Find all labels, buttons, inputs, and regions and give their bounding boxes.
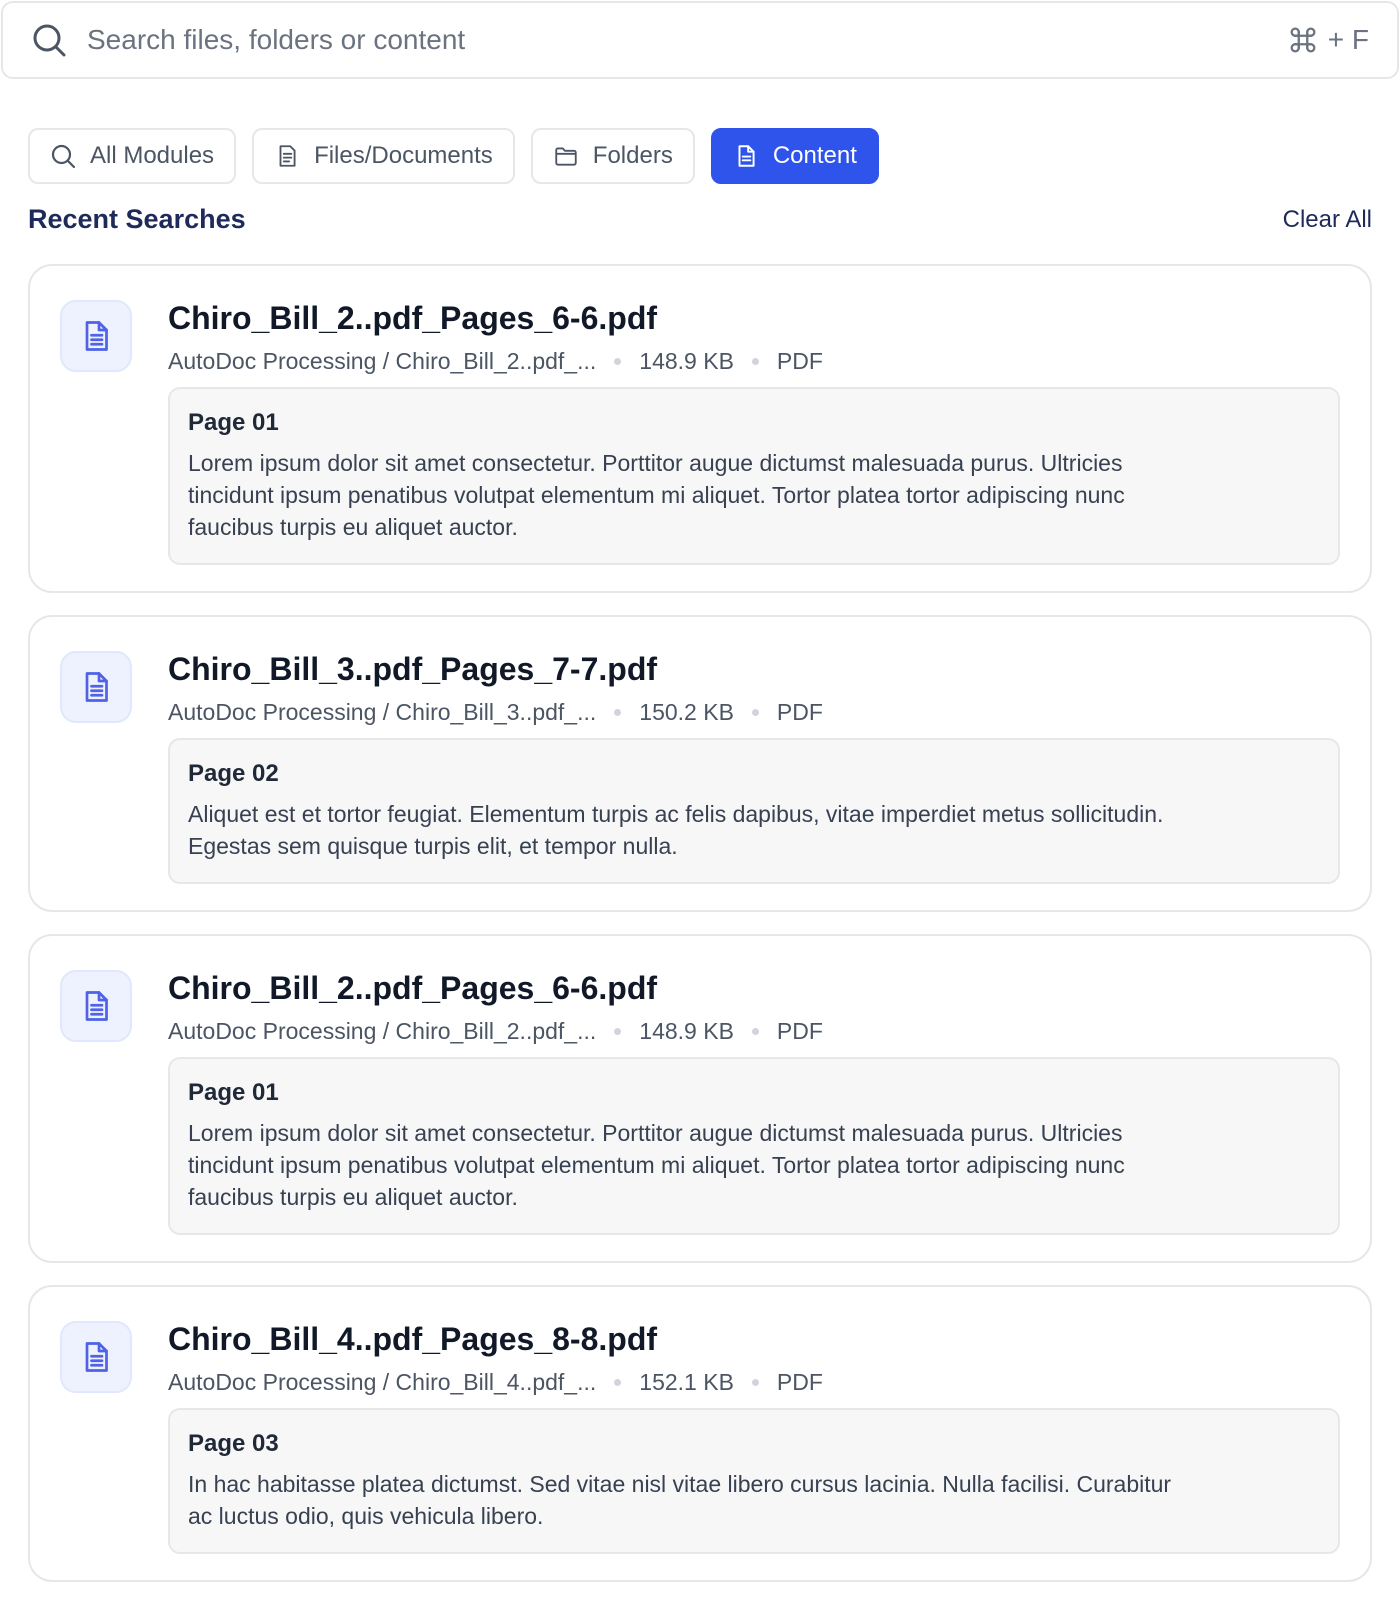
- file-path: AutoDoc Processing / Chiro_Bill_4..pdf_.…: [168, 1369, 597, 1395]
- separator-dot: [614, 358, 622, 365]
- recent-searches-header: Recent Searches Clear All: [28, 204, 1372, 235]
- clear-all-button[interactable]: Clear All: [1283, 206, 1372, 234]
- filter-folders[interactable]: Folders: [530, 128, 695, 184]
- document-icon: [60, 970, 132, 1042]
- file-size: 148.9 KB: [639, 1018, 734, 1044]
- result-card[interactable]: Chiro_Bill_2..pdf_Pages_6-6.pdf AutoDoc …: [28, 264, 1372, 593]
- content-excerpt: Page 01 Lorem ipsum dolor sit amet conse…: [168, 387, 1340, 565]
- content-excerpt: Page 03 In hac habitasse platea dictumst…: [168, 1408, 1340, 1554]
- separator-dot: [751, 1028, 759, 1035]
- content-excerpt: Page 01 Lorem ipsum dolor sit amet conse…: [168, 1057, 1340, 1235]
- file-size: 152.1 KB: [639, 1369, 734, 1395]
- excerpt-text: In hac habitasse platea dictumst. Sed vi…: [188, 1471, 1172, 1529]
- file-name: Chiro_Bill_3..pdf_Pages_7-7.pdf: [168, 651, 658, 687]
- filter-files-documents[interactable]: Files/Documents: [252, 128, 515, 184]
- result-card[interactable]: Chiro_Bill_4..pdf_Pages_8-8.pdf AutoDoc …: [28, 1285, 1372, 1582]
- results-list: Chiro_Bill_2..pdf_Pages_6-6.pdf AutoDoc …: [28, 264, 1372, 1600]
- file-name: Chiro_Bill_2..pdf_Pages_6-6.pdf: [168, 970, 658, 1006]
- filter-content[interactable]: Content: [710, 128, 879, 184]
- separator-dot: [614, 709, 622, 716]
- file-type: PDF: [776, 699, 823, 725]
- page-label: Page 01: [188, 409, 279, 436]
- section-title: Recent Searches: [28, 204, 246, 234]
- command-key-icon: [1286, 23, 1320, 57]
- filter-label: Files/Documents: [314, 142, 493, 169]
- search-input[interactable]: [87, 24, 1286, 56]
- file-size: 148.9 KB: [639, 348, 734, 374]
- file-path: AutoDoc Processing / Chiro_Bill_2..pdf_.…: [168, 1018, 597, 1044]
- file-meta: AutoDoc Processing / Chiro_Bill_4..pdf_.…: [168, 1369, 1340, 1396]
- excerpt-text: Aliquet est et tortor feugiat. Elementum…: [188, 801, 1164, 859]
- file-type: PDF: [776, 1018, 823, 1044]
- separator-dot: [614, 1028, 622, 1035]
- page-label: Page 02: [188, 760, 279, 787]
- document-icon: [60, 1321, 132, 1393]
- page-label: Page 03: [188, 1430, 279, 1457]
- filter-tabs: All Modules Files/Documents Folders Cont…: [28, 128, 879, 184]
- search-icon: [31, 22, 67, 58]
- file-path: AutoDoc Processing / Chiro_Bill_3..pdf_.…: [168, 699, 597, 725]
- file-name: Chiro_Bill_2..pdf_Pages_6-6.pdf: [168, 300, 658, 336]
- file-meta: AutoDoc Processing / Chiro_Bill_3..pdf_.…: [168, 699, 1340, 726]
- search-bar[interactable]: + F: [1, 1, 1399, 79]
- file-meta: AutoDoc Processing / Chiro_Bill_2..pdf_.…: [168, 1018, 1340, 1045]
- page-label: Page 01: [188, 1079, 279, 1106]
- excerpt-text: Lorem ipsum dolor sit amet consectetur. …: [188, 1120, 1125, 1210]
- result-card[interactable]: Chiro_Bill_3..pdf_Pages_7-7.pdf AutoDoc …: [28, 615, 1372, 912]
- search-icon: [50, 143, 76, 169]
- document-icon: [60, 300, 132, 372]
- separator-dot: [751, 358, 759, 365]
- folder-icon: [553, 143, 579, 169]
- file-path: AutoDoc Processing / Chiro_Bill_2..pdf_.…: [168, 348, 597, 374]
- shortcut-key-label: + F: [1327, 24, 1369, 55]
- separator-dot: [614, 1379, 622, 1386]
- file-meta: AutoDoc Processing / Chiro_Bill_2..pdf_.…: [168, 348, 1340, 375]
- filter-label: Content: [772, 142, 857, 169]
- file-list-icon: [274, 143, 300, 169]
- file-type: PDF: [776, 1369, 823, 1395]
- document-icon: [733, 143, 759, 169]
- filter-label: All Modules: [90, 142, 215, 169]
- file-type: PDF: [776, 348, 823, 374]
- search-shortcut-hint: + F: [1286, 23, 1369, 57]
- filter-label: Folders: [592, 142, 673, 169]
- separator-dot: [751, 709, 759, 716]
- separator-dot: [751, 1379, 759, 1386]
- file-size: 150.2 KB: [639, 699, 734, 725]
- result-card[interactable]: Chiro_Bill_2..pdf_Pages_6-6.pdf AutoDoc …: [28, 934, 1372, 1263]
- filter-all-modules[interactable]: All Modules: [28, 128, 237, 184]
- content-excerpt: Page 02 Aliquet est et tortor feugiat. E…: [168, 738, 1340, 884]
- file-name: Chiro_Bill_4..pdf_Pages_8-8.pdf: [168, 1321, 658, 1357]
- excerpt-text: Lorem ipsum dolor sit amet consectetur. …: [188, 450, 1125, 540]
- document-icon: [60, 651, 132, 723]
